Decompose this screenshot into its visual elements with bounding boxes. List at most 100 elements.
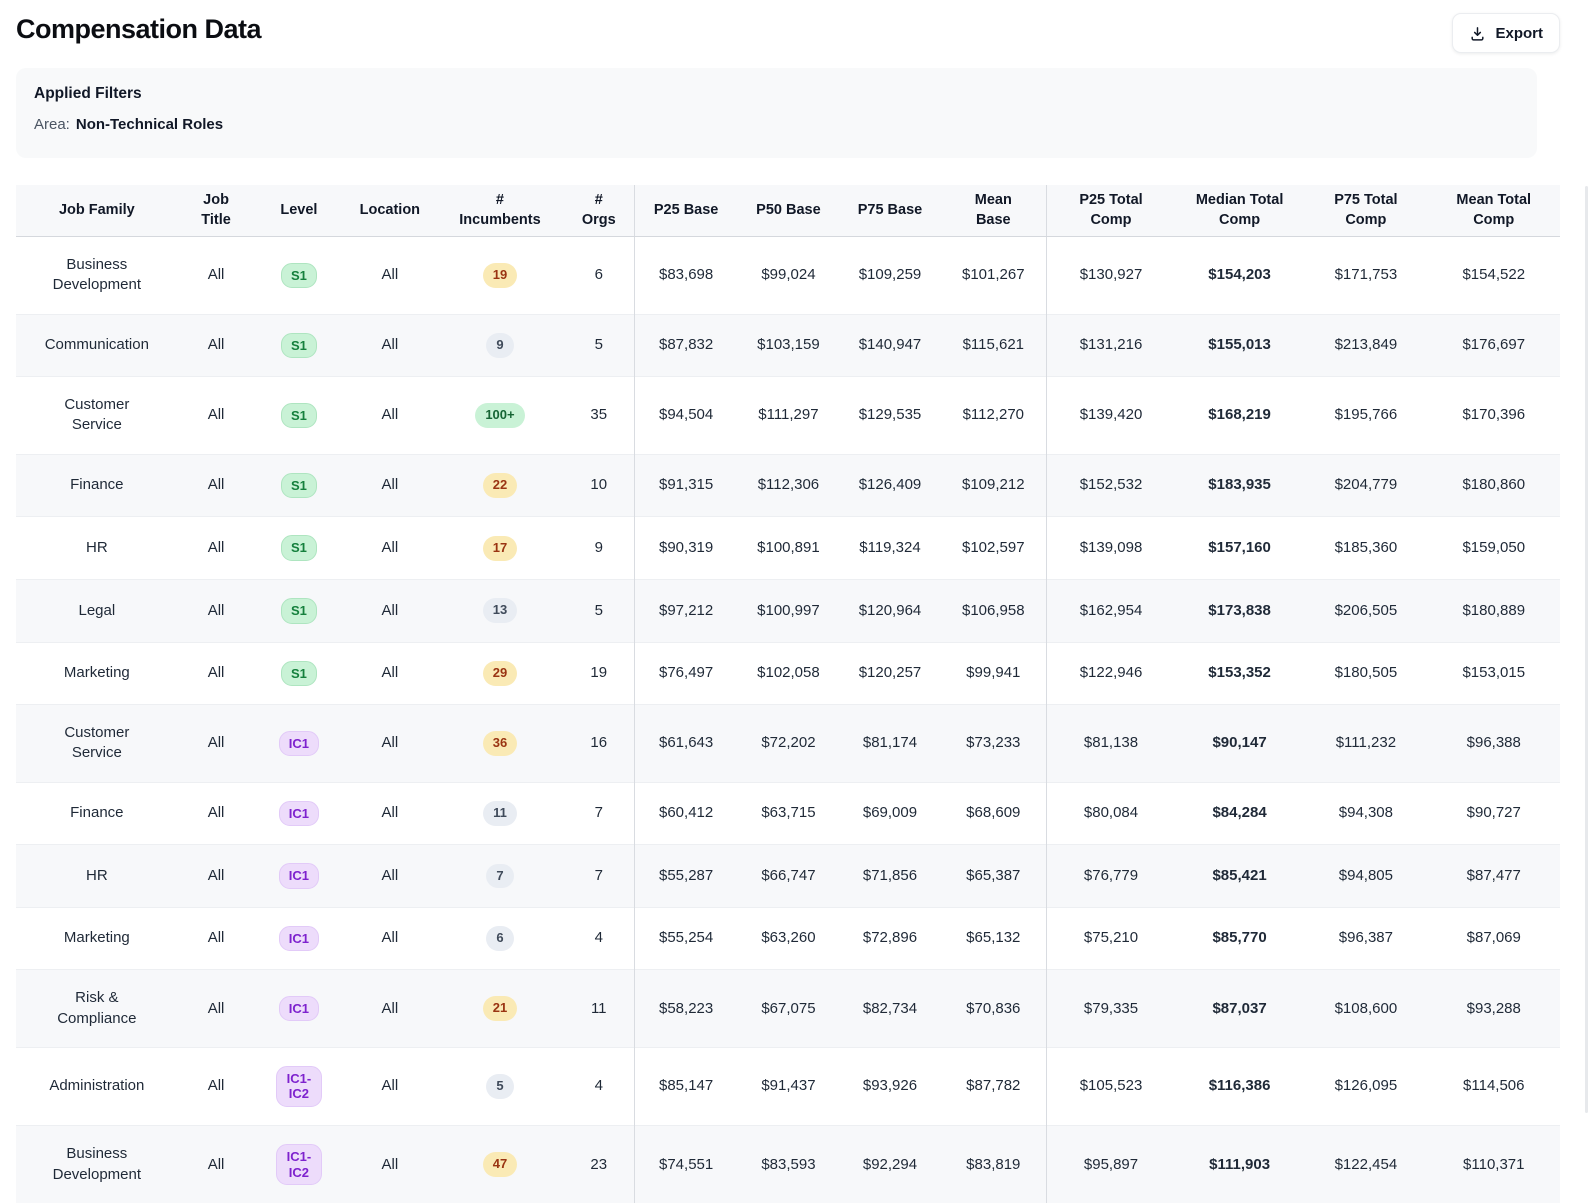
cell-p75_total: $206,505 bbox=[1304, 579, 1427, 642]
cell-median_total: $111,903 bbox=[1175, 1126, 1304, 1203]
cell-value: $130,927 bbox=[1079, 266, 1143, 284]
incumbent-count-badge: 13 bbox=[482, 598, 518, 624]
cell-p50_base: $63,715 bbox=[737, 782, 839, 845]
cell-value: $83,698 bbox=[659, 266, 714, 284]
column-header-label: P25 Total Comp bbox=[1079, 192, 1143, 228]
cell-p75_base: $69,009 bbox=[839, 782, 940, 845]
cell-p75_total: $213,849 bbox=[1304, 314, 1427, 377]
cell-p50_base: $112,306 bbox=[737, 454, 839, 517]
cell-location: All bbox=[343, 579, 436, 642]
cell-value: $108,600 bbox=[1334, 999, 1398, 1017]
cell-value: $168,219 bbox=[1208, 406, 1271, 424]
cell-p50_base: $91,437 bbox=[737, 1047, 839, 1125]
cell-value: $84,284 bbox=[1212, 804, 1267, 822]
cell-location: All bbox=[343, 642, 436, 705]
table-row: Legal All S1 All 13 5 $97,212 $100,997 $120,964 $… bbox=[16, 579, 1560, 642]
level-pill: IC1-IC2 bbox=[275, 1065, 322, 1108]
column-header-mean_total: Mean Total Comp bbox=[1427, 185, 1560, 238]
cell-value: 9 bbox=[594, 538, 603, 556]
cell-value: 10 bbox=[590, 476, 608, 494]
cell-p25_total: $131,216 bbox=[1047, 314, 1175, 377]
cell-value: $170,396 bbox=[1462, 406, 1526, 424]
cell-value: 23 bbox=[590, 1155, 608, 1173]
cell-value: $111,232 bbox=[1335, 734, 1397, 752]
column-header-label: P50 Base bbox=[756, 201, 821, 218]
cell-job_title: All bbox=[178, 1047, 255, 1125]
cell-value: All bbox=[381, 601, 399, 619]
cell-p50_base: $111,297 bbox=[737, 377, 839, 455]
cell-median_total: $154,203 bbox=[1175, 237, 1304, 315]
cell-p75_base: $81,174 bbox=[839, 705, 940, 783]
table-row: Marketing All IC1 All 6 4 $55,254 $63,260 $72,89… bbox=[16, 907, 1560, 970]
cell-value: $82,734 bbox=[862, 999, 918, 1017]
cell-value: $93,926 bbox=[862, 1077, 918, 1095]
table-row: Administration All IC1-IC2 All 5 4 $85,147 $91,… bbox=[16, 1047, 1560, 1126]
cell-value: $122,454 bbox=[1334, 1155, 1398, 1173]
cell-p75_base: $109,259 bbox=[839, 237, 940, 315]
level-pill: IC1 bbox=[278, 730, 320, 757]
cell-location: All bbox=[343, 1047, 436, 1125]
cell-value: $114,506 bbox=[1463, 1077, 1525, 1095]
cell-value: $139,098 bbox=[1079, 538, 1143, 556]
cell-value: All bbox=[207, 999, 225, 1017]
column-header-label: Mean Total Comp bbox=[1456, 192, 1532, 228]
job-family-label: Marketing bbox=[63, 929, 130, 947]
cell-value: 7 bbox=[594, 804, 603, 822]
cell-job_title: All bbox=[178, 377, 255, 455]
incumbent-count-badge: 47 bbox=[482, 1152, 518, 1178]
column-header-location: Location bbox=[343, 185, 437, 238]
export-button[interactable]: Export bbox=[1452, 13, 1560, 53]
cell-level: IC1-IC2 bbox=[254, 1126, 343, 1203]
column-header-p25_base: P25 Base bbox=[634, 185, 738, 238]
cell-p75_total: $204,779 bbox=[1304, 454, 1427, 517]
cell-median_total: $84,284 bbox=[1175, 782, 1304, 845]
cell-value: $92,294 bbox=[862, 1155, 918, 1173]
cell-value: $154,522 bbox=[1462, 266, 1526, 284]
cell-mean_total: $110,371 bbox=[1428, 1126, 1560, 1203]
cell-value: $90,727 bbox=[1466, 804, 1521, 822]
filter-area-value: Non-Technical Roles bbox=[75, 116, 224, 133]
cell-orgs: 4 bbox=[563, 907, 635, 970]
vertical-scrollbar[interactable] bbox=[1585, 186, 1588, 1113]
cell-value: $153,015 bbox=[1462, 664, 1526, 682]
cell-value: $100,891 bbox=[757, 538, 820, 556]
cell-p75_total: $122,454 bbox=[1304, 1126, 1427, 1203]
cell-orgs: 19 bbox=[563, 642, 635, 705]
cell-orgs: 9 bbox=[563, 516, 635, 580]
job-family-label: Communication bbox=[44, 336, 149, 354]
column-header-label: P75 Base bbox=[857, 201, 923, 218]
cell-value: $65,387 bbox=[966, 866, 1021, 884]
cell-orgs: 6 bbox=[563, 236, 635, 315]
cell-value: $68,609 bbox=[966, 804, 1021, 822]
cell-value: $76,497 bbox=[659, 664, 714, 682]
cell-value: $159,050 bbox=[1462, 538, 1526, 556]
cell-mean_base: $101,267 bbox=[940, 236, 1048, 315]
cell-p25_base: $55,287 bbox=[634, 845, 737, 908]
job-family-label: Marketing bbox=[63, 664, 130, 682]
cell-value: All bbox=[381, 1155, 399, 1173]
table-row: HR All IC1 All 7 7 $55,287 $66,747 $71,856 $65,38… bbox=[16, 844, 1560, 908]
cell-value: $61,643 bbox=[659, 734, 714, 752]
cell-p75_total: $185,360 bbox=[1304, 517, 1427, 580]
table-row: Finance All IC1 All 11 7 $60,412 $63,715 $69,009… bbox=[16, 782, 1560, 845]
cell-value: $111,297 bbox=[758, 406, 819, 424]
level-pill: IC1 bbox=[278, 925, 320, 952]
cell-job_title: All bbox=[178, 907, 255, 970]
cell-p25_base: $74,551 bbox=[634, 1126, 737, 1203]
column-header-median_total: Median Total Comp bbox=[1174, 185, 1305, 238]
cell-incumbents: 5 bbox=[436, 1047, 563, 1125]
cell-value: $81,174 bbox=[862, 734, 918, 752]
cell-level: S1 bbox=[254, 517, 343, 580]
cell-p75_base: $72,896 bbox=[839, 907, 940, 970]
cell-value: $85,421 bbox=[1212, 866, 1267, 884]
cell-mean_total: $180,860 bbox=[1428, 454, 1560, 517]
cell-job_family: Finance bbox=[16, 454, 178, 517]
cell-value: $96,388 bbox=[1466, 734, 1521, 752]
cell-p25_base: $55,254 bbox=[634, 907, 737, 970]
cell-incumbents: 19 bbox=[436, 237, 563, 315]
job-family-label: HR bbox=[86, 538, 108, 556]
cell-incumbents: 6 bbox=[436, 907, 563, 970]
cell-p25_base: $87,832 bbox=[634, 314, 737, 377]
cell-mean_base: $99,941 bbox=[940, 642, 1048, 705]
cell-mean_base: $109,212 bbox=[940, 454, 1048, 517]
